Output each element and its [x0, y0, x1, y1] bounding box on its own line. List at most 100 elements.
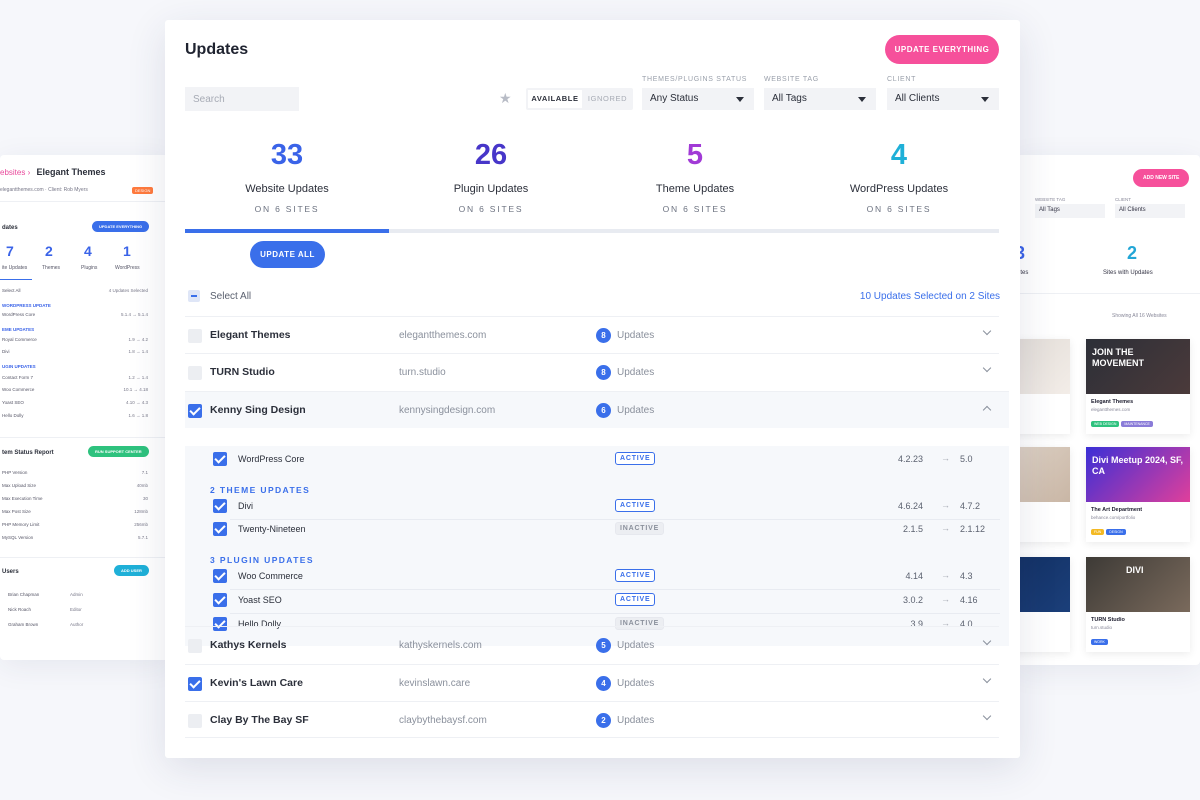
tab-progress-bar	[185, 229, 999, 233]
divider	[1015, 293, 1200, 294]
stat-sublabel: ON 6 SITES	[458, 204, 524, 214]
stat-theme-updates[interactable]: 5 Theme Updates ON 6 SITES	[593, 138, 797, 214]
select-all-link[interactable]: Select All	[2, 288, 21, 293]
update-checkbox[interactable]	[213, 569, 227, 583]
chevron-down-icon[interactable]	[982, 636, 992, 646]
stat-wordpress-updates[interactable]: 4 WordPress Updates ON 6 SITES	[797, 138, 1001, 214]
stat-number: 4	[84, 243, 92, 259]
update-everything-button-small[interactable]: UPDATE EVERYTHING	[92, 221, 150, 232]
site-card[interactable]	[1015, 557, 1070, 652]
site-card[interactable]	[1015, 339, 1070, 434]
site-card[interactable]: DIVI TURN Studio turn.studio WORK	[1086, 557, 1190, 652]
report-line: Max Upload Size	[2, 483, 37, 488]
site-card[interactable]	[1015, 447, 1070, 542]
update-item: Contact Form 7	[2, 375, 34, 380]
site-name: Kenny Sing Design	[210, 404, 306, 416]
group-heading: EME UPDATES	[2, 327, 35, 332]
stat-label: Website Updates	[245, 183, 329, 195]
breadcrumb-site: Elegant Themes	[36, 167, 106, 177]
chevron-down-icon[interactable]	[982, 711, 992, 721]
tag-filter-label: WEBSITE TAG	[1035, 197, 1066, 202]
update-checkbox[interactable]	[213, 522, 227, 536]
update-all-button[interactable]: UPDATE ALL	[250, 241, 325, 268]
update-item-row[interactable]: Twenty-Nineteen INACTIVE 2.1.5 → 2.1.12	[185, 519, 999, 541]
report-value: 5.7.1	[137, 535, 148, 540]
site-name: Kathys Kernels	[210, 639, 287, 651]
update-version: 1.2 → 1.4	[128, 375, 148, 380]
search-input[interactable]	[185, 87, 299, 111]
site-checkbox[interactable]	[188, 714, 202, 728]
toggle-ignored[interactable]: IGNORED	[584, 90, 631, 108]
site-checkbox[interactable]	[188, 366, 202, 380]
site-row[interactable]: Kathys Kernels kathyskernels.com 5 Updat…	[185, 626, 999, 663]
update-item-name: Twenty-Nineteen	[238, 524, 306, 534]
update-item-row[interactable]: Yoast SEO ACTIVE 3.0.2 → 4.16	[185, 590, 999, 612]
arrow-right-icon: →	[941, 594, 950, 604]
site-card[interactable]: JOIN THE MOVEMENT Elegant Themes elegant…	[1086, 339, 1190, 434]
site-row[interactable]: Kevin's Lawn Care kevinslawn.care 4 Upda…	[185, 664, 999, 701]
tag-filter-select[interactable]: All Tags	[764, 88, 876, 110]
site-name: TURN Studio	[210, 366, 275, 378]
site-row[interactable]: Elegant Themes elegantthemes.com 8 Updat…	[185, 316, 999, 353]
client-filter-select[interactable]: All Clients	[887, 88, 999, 110]
site-checkbox[interactable]	[188, 404, 202, 418]
site-url[interactable]: turn.studio	[399, 367, 446, 378]
page-title: Updates	[185, 41, 249, 58]
stat-label: Plugin Updates	[453, 183, 529, 195]
site-url[interactable]: claybythebaysf.com	[399, 715, 487, 726]
site-url[interactable]: kennysingdesign.com	[399, 405, 495, 416]
site-checkbox[interactable]	[188, 677, 202, 691]
site-url[interactable]: kathyskernels.com	[399, 640, 482, 651]
status-filter-select[interactable]: Any Status	[642, 88, 754, 110]
update-everything-button[interactable]: UPDATE EVERYTHING	[885, 35, 999, 64]
run-support-center-button[interactable]: RUN SUPPORT CENTER	[88, 446, 149, 457]
stat-website-updates[interactable]: 33 Website Updates ON 6 SITES	[185, 138, 389, 214]
add-user-button[interactable]: ADD USER	[114, 565, 149, 576]
add-new-site-button[interactable]: ADD NEW SITE	[1133, 169, 1190, 187]
breadcrumb-root[interactable]: ebsites	[0, 168, 25, 177]
select-all-checkbox[interactable]	[188, 290, 200, 302]
chevron-down-icon[interactable]	[982, 326, 992, 336]
toggle-available[interactable]: AVAILABLE	[528, 90, 582, 108]
site-checkbox[interactable]	[188, 329, 202, 343]
client-filter-select[interactable]: All Clients	[1115, 204, 1185, 218]
stat-label: Theme Updates	[655, 183, 735, 195]
arrow-right-icon: →	[941, 453, 950, 463]
update-item-row[interactable]: WordPress Core ACTIVE 4.2.23 → 5.0	[185, 449, 999, 471]
sites-with-updates-label: Sites with Updates	[1103, 270, 1153, 276]
site-checkbox[interactable]	[188, 639, 202, 653]
update-item-row[interactable]: Divi ACTIVE 4.6.24 → 4.7.2	[185, 496, 999, 518]
status-badge: ACTIVE	[615, 593, 656, 606]
update-checkbox[interactable]	[213, 593, 227, 607]
site-row[interactable]: TURN Studio turn.studio 8 Updates	[185, 353, 999, 390]
site-thumbnail	[1015, 447, 1070, 502]
update-checkbox[interactable]	[213, 452, 227, 466]
site-url[interactable]: elegantthemes.com	[399, 330, 486, 341]
site-url[interactable]: kevinslawn.care	[399, 678, 470, 689]
stat-plugin-updates[interactable]: 26 Plugin Updates ON 6 SITES	[389, 138, 593, 214]
stat-number: 5	[686, 139, 704, 171]
user-role: Admin	[70, 592, 83, 597]
site-row-expanded[interactable]: Kenny Sing Design kennysingdesign.com 6 …	[185, 391, 1009, 428]
select-all-label[interactable]: Select All	[210, 291, 251, 302]
chevron-down-icon	[858, 97, 866, 102]
update-item: Hello Dolly	[2, 413, 24, 418]
star-icon[interactable]: ★	[499, 90, 512, 107]
update-item-row[interactable]: Woo Commerce ACTIVE 4.14 → 4.3	[185, 566, 999, 588]
stat-number: 2	[45, 243, 53, 259]
arrow-right-icon: →	[941, 500, 950, 510]
chevron-down-icon[interactable]	[982, 363, 992, 373]
chevron-down-icon[interactable]	[982, 674, 992, 684]
theme-updates-heading: 2 THEME UPDATES	[210, 485, 311, 495]
report-value: 40mb	[136, 483, 148, 488]
divider	[0, 437, 170, 438]
chevron-up-icon[interactable]	[982, 405, 992, 415]
site-row[interactable]: Clay By The Bay SF claybythebaysf.com 2 …	[185, 701, 999, 738]
background-site-detail-panel: ebsites › Elegant Themes elegantthemes.c…	[0, 155, 170, 660]
site-card[interactable]: Divi Meetup 2024, SF, CA The Art Departm…	[1086, 447, 1190, 542]
tag-filter-label: WEBSITE TAG	[764, 76, 819, 83]
updates-label: Updates	[617, 678, 655, 689]
stat-label: ite Updates	[2, 265, 28, 271]
update-checkbox[interactable]	[213, 499, 227, 513]
tag-filter-select[interactable]: All Tags	[1035, 204, 1105, 218]
